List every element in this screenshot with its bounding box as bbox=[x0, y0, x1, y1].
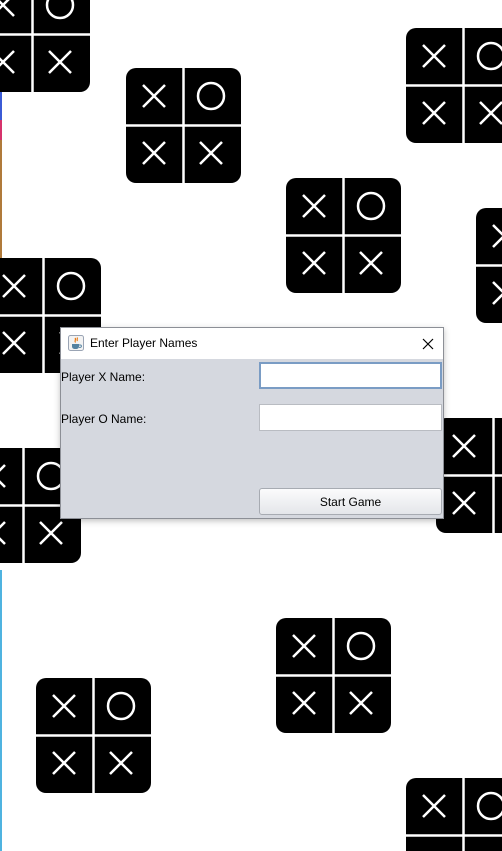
o-mark-icon bbox=[476, 41, 502, 71]
close-icon bbox=[422, 338, 434, 349]
tictactoe-board-icon bbox=[406, 778, 502, 851]
x-mark-icon bbox=[492, 281, 502, 305]
x-mark-icon bbox=[39, 521, 63, 545]
x-mark-icon bbox=[452, 491, 476, 515]
start-game-button[interactable]: Start Game bbox=[259, 488, 442, 515]
tictactoe-board-icon bbox=[0, 0, 90, 92]
player-x-name-input[interactable] bbox=[259, 362, 442, 389]
x-mark-icon bbox=[422, 44, 446, 68]
x-mark-icon bbox=[52, 694, 76, 718]
tictactoe-tile bbox=[276, 618, 391, 733]
x-mark-icon bbox=[0, 0, 15, 17]
player-names-dialog: Enter Player Names Player X Name: Player… bbox=[60, 327, 444, 519]
desktop-edge-strip bbox=[0, 570, 2, 851]
grid-lines bbox=[436, 418, 502, 533]
tictactoe-board-icon bbox=[476, 224, 502, 305]
game-window: Enter Player Names Player X Name: Player… bbox=[0, 0, 502, 851]
grid-lines bbox=[406, 778, 502, 851]
tictactoe-board-icon bbox=[276, 618, 391, 733]
tictactoe-tile bbox=[436, 418, 502, 533]
x-mark-icon bbox=[109, 751, 133, 775]
x-mark-icon bbox=[492, 224, 502, 248]
grid-lines bbox=[476, 264, 502, 267]
tictactoe-tile bbox=[476, 208, 502, 323]
player-o-name-input[interactable] bbox=[259, 404, 442, 431]
tictactoe-board-icon bbox=[436, 418, 502, 533]
o-mark-icon bbox=[356, 191, 386, 221]
o-mark-icon bbox=[56, 271, 86, 301]
x-mark-icon bbox=[2, 331, 26, 355]
x-mark-icon bbox=[292, 634, 316, 658]
o-mark-icon bbox=[346, 631, 376, 661]
x-mark-icon bbox=[302, 194, 326, 218]
x-mark-icon bbox=[302, 251, 326, 275]
tictactoe-tile bbox=[126, 68, 241, 183]
x-mark-icon bbox=[0, 50, 15, 74]
x-mark-icon bbox=[422, 794, 446, 818]
tictactoe-board-icon bbox=[286, 178, 401, 293]
x-mark-icon bbox=[452, 434, 476, 458]
o-mark-icon bbox=[196, 81, 226, 111]
x-mark-icon bbox=[142, 84, 166, 108]
close-button[interactable] bbox=[413, 328, 443, 359]
player-o-label: Player O Name: bbox=[61, 412, 147, 426]
grid-lines bbox=[406, 28, 502, 143]
x-mark-icon bbox=[359, 251, 383, 275]
tictactoe-tile bbox=[406, 778, 502, 851]
dialog-title: Enter Player Names bbox=[90, 336, 198, 350]
player-x-label: Player X Name: bbox=[61, 370, 146, 384]
tictactoe-tile bbox=[36, 678, 151, 793]
x-mark-icon bbox=[52, 751, 76, 775]
x-mark-icon bbox=[422, 101, 446, 125]
desktop-edge-strip bbox=[0, 120, 2, 140]
tictactoe-board-icon bbox=[36, 678, 151, 793]
o-mark-icon bbox=[45, 0, 75, 20]
o-mark-icon bbox=[476, 791, 502, 821]
java-coffee-cup-icon bbox=[68, 335, 84, 351]
x-mark-icon bbox=[292, 691, 316, 715]
x-mark-icon bbox=[142, 141, 166, 165]
x-mark-icon bbox=[349, 691, 373, 715]
o-mark-icon bbox=[106, 691, 136, 721]
tictactoe-board-icon bbox=[126, 68, 241, 183]
x-mark-icon bbox=[479, 101, 502, 125]
tictactoe-board-icon bbox=[406, 28, 502, 143]
tictactoe-tile bbox=[406, 28, 502, 143]
x-mark-icon bbox=[0, 464, 6, 488]
x-mark-icon bbox=[2, 274, 26, 298]
dialog-titlebar[interactable]: Enter Player Names bbox=[61, 328, 443, 359]
x-mark-icon bbox=[48, 50, 72, 74]
tictactoe-tile bbox=[0, 0, 90, 92]
tictactoe-tile bbox=[286, 178, 401, 293]
desktop-edge-strip bbox=[0, 140, 2, 270]
x-mark-icon bbox=[199, 141, 223, 165]
x-mark-icon bbox=[0, 521, 6, 545]
